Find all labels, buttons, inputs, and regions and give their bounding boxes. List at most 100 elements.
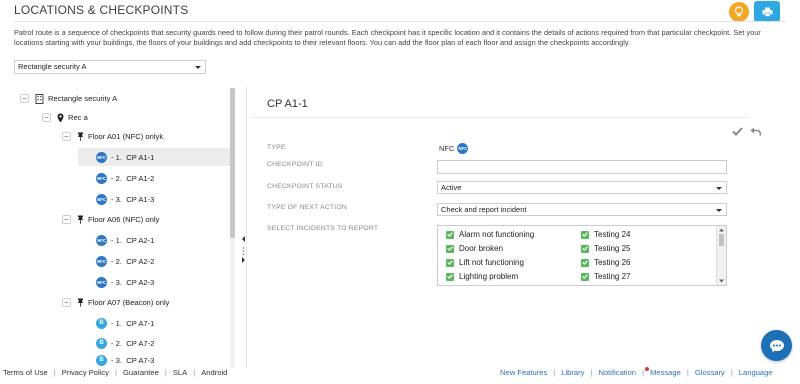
title-divider <box>14 21 786 22</box>
pushpin-icon <box>77 132 84 141</box>
nfc-icon: NFC <box>96 172 107 184</box>
tree-checkpoint-item[interactable]: NFC - 2. CP A1-2 <box>78 169 230 187</box>
checkpoint-name: CP A7-2 <box>126 338 155 348</box>
tree-checkpoint-item[interactable]: B - 3. CP A7-3 <box>78 354 230 366</box>
tree-floor-node[interactable]: − Floor A06 (NFC) only <box>62 213 159 226</box>
type-label: TYPE <box>267 144 286 151</box>
checkbox-checked-icon <box>446 244 454 253</box>
checkmark-icon <box>732 127 743 136</box>
footer-link-message[interactable]: Message <box>650 368 681 377</box>
type-value: NFC NFC <box>439 143 472 154</box>
footer-link-language[interactable]: Language <box>739 368 773 377</box>
chevron-down-icon <box>195 66 201 69</box>
incident-checkbox[interactable]: Testing 26 <box>581 258 630 267</box>
tree-checkpoint-item[interactable]: NFC - 1. CP A2-1 <box>78 231 230 249</box>
tree-scrollbar-thumb[interactable] <box>230 88 235 238</box>
incident-checkbox[interactable]: Lighting problem <box>446 272 518 281</box>
checkpoint-prefix: - 3. <box>111 277 122 287</box>
card-divider <box>252 117 748 118</box>
collapse-left-icon <box>242 236 245 263</box>
tree-checkpoint-item[interactable]: NFC - 1. CP A1-1 <box>78 148 230 166</box>
incident-checkbox[interactable]: Testing 27 <box>581 272 630 281</box>
panel-splitter[interactable] <box>239 86 248 368</box>
incident-label: Testing 26 <box>594 258 631 267</box>
footer-link-glossary[interactable]: Glossary <box>695 368 725 377</box>
incidents-scrollbar-thumb[interactable] <box>719 234 724 246</box>
next-action-select[interactable]: Check and report incident <box>437 203 727 216</box>
printer-icon <box>762 7 772 17</box>
tree-floor-node[interactable]: − Floor A01 (NFC) onlyk <box>62 130 163 143</box>
tree-checkpoint-item[interactable]: B - 1. CP A7-1 <box>78 314 230 332</box>
footer-link-android[interactable]: Android <box>201 368 227 377</box>
incident-checkbox[interactable]: Testing 24 <box>581 230 630 239</box>
tree-site-node[interactable]: − Rec a <box>42 111 88 124</box>
checkpoint-status-select[interactable]: Active <box>437 181 727 194</box>
page-title: LOCATIONS & CHECKPOINTS <box>14 3 189 17</box>
nfc-icon: NFC <box>457 143 469 154</box>
nfc-icon: NFC <box>96 234 107 246</box>
footer-link-privacy[interactable]: Privacy Policy <box>62 368 109 377</box>
tree-checkpoint-item[interactable]: NFC - 3. CP A1-3 <box>78 190 230 208</box>
footer-link-guarantee[interactable]: Guarantee <box>123 368 159 377</box>
incidents-scrollbar[interactable] <box>716 226 726 285</box>
beacon-icon: B <box>96 337 107 349</box>
collapse-toggle[interactable]: − <box>62 298 71 307</box>
footer-link-new-features[interactable]: New Features <box>500 368 547 377</box>
collapse-toggle[interactable]: − <box>62 215 71 224</box>
incident-checkbox[interactable]: Testing 25 <box>581 244 630 253</box>
incident-checkbox[interactable]: Alarm not functioning <box>446 230 534 239</box>
collapse-toggle[interactable]: − <box>62 132 71 141</box>
checkpoint-title: CP A1-1 <box>267 98 308 110</box>
tree-floor-node[interactable]: − Floor A07 (Beacon) only <box>62 296 169 309</box>
tree-floor-label: Floor A07 (Beacon) only <box>88 298 170 307</box>
checkpoint-name: CP A1-1 <box>126 152 155 162</box>
incident-checkbox[interactable]: Door broken <box>446 244 503 253</box>
collapse-toggle[interactable]: − <box>42 113 51 122</box>
building-icon <box>35 93 44 104</box>
footer-link-notification[interactable]: Notification <box>598 368 636 377</box>
tree-root-node[interactable]: − Rectangle security A <box>20 92 117 105</box>
scroll-down-icon <box>719 279 724 283</box>
print-button[interactable] <box>754 1 780 22</box>
checkpoint-prefix: - 2. <box>111 256 122 266</box>
checkpoint-prefix: - 1. <box>111 318 122 328</box>
checkbox-checked-icon <box>581 258 589 267</box>
incident-label: Door broken <box>459 244 504 253</box>
location-select[interactable]: Rectangle security A <box>14 60 206 74</box>
checkpoint-name: CP A7-1 <box>126 318 155 328</box>
tree-floor-label: Floor A06 (NFC) only <box>88 215 160 224</box>
undo-icon <box>750 127 762 136</box>
tree-checkpoint-item[interactable]: B - 2. CP A7-2 <box>78 334 230 352</box>
tree-floor-label: Floor A01 (NFC) onlyk <box>88 132 164 141</box>
checkpoint-prefix: - 3. <box>111 194 122 204</box>
tree-checkpoint-item[interactable]: NFC - 2. CP A2-2 <box>78 252 230 270</box>
incidents-label: SELECT INCIDENTS TO REPORT <box>267 225 379 232</box>
tree-checkpoint-item[interactable]: NFC - 3. CP A2-3 <box>78 273 230 291</box>
checkpoint-status-label: CHECKPOINT STATUS <box>267 183 343 190</box>
incident-label: Testing 25 <box>594 244 631 253</box>
type-value-text: NFC <box>439 144 455 153</box>
lightbulb-icon <box>734 6 744 17</box>
footer-link-sla[interactable]: SLA <box>173 368 187 377</box>
undo-button[interactable] <box>750 127 762 138</box>
checkbox-checked-icon <box>446 272 454 281</box>
save-button[interactable] <box>732 127 743 138</box>
footer-link-library[interactable]: Library <box>561 368 584 377</box>
footer-link-terms[interactable]: Terms of Use <box>3 368 48 377</box>
collapse-toggle[interactable]: − <box>20 94 29 103</box>
chat-button[interactable] <box>761 330 792 361</box>
checkpoint-name: CP A7-3 <box>126 355 155 365</box>
beacon-icon: B <box>96 317 107 329</box>
tips-button[interactable] <box>729 2 749 22</box>
incident-label: Testing 24 <box>594 230 631 239</box>
incident-checkbox[interactable]: Lift not functioning <box>446 258 524 267</box>
checkpoint-name: CP A2-1 <box>126 235 155 245</box>
beacon-icon: B <box>96 354 107 366</box>
checkpoint-prefix: - 2. <box>111 173 122 183</box>
checkpoint-id-label: CHECKPOINT ID <box>267 161 323 168</box>
nfc-icon: NFC <box>96 255 107 267</box>
checkbox-checked-icon <box>581 244 589 253</box>
checkpoint-id-input[interactable] <box>437 160 727 174</box>
incident-label: Alarm not functioning <box>459 230 535 239</box>
map-pin-icon <box>57 113 64 123</box>
